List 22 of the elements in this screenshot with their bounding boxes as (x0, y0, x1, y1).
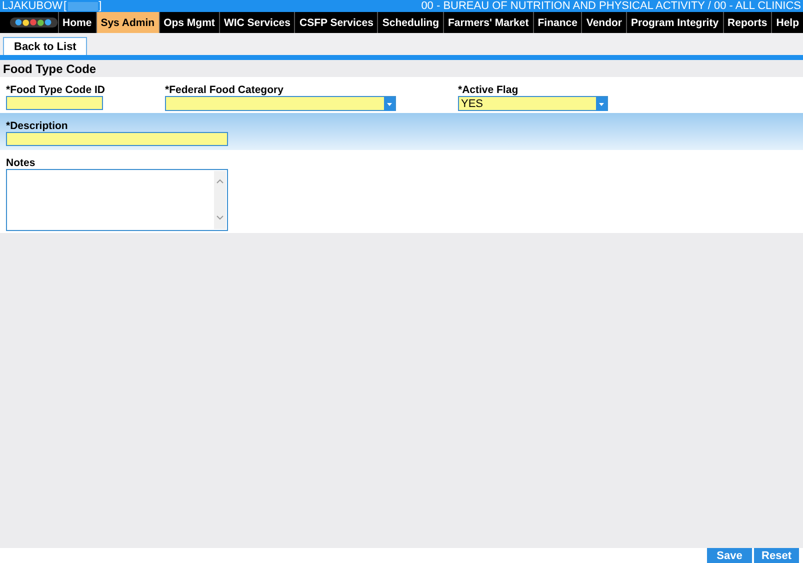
field-label: *Federal Food Category (165, 84, 284, 96)
input-field[interactable] (6, 132, 228, 146)
dropdown-field[interactable] (165, 96, 396, 111)
notes-field[interactable] (6, 169, 228, 231)
bracket: ] (98, 0, 102, 12)
user-name: LJAKUBOW (2, 0, 63, 12)
scrollbar-drawing (214, 171, 226, 229)
nav-tab[interactable]: Sys Admin (96, 12, 159, 33)
form-button[interactable]: Save (707, 548, 752, 563)
caret-icon (384, 96, 395, 110)
bracket: [ (64, 0, 67, 12)
dropdown-field[interactable]: YES (458, 96, 608, 111)
agency-clinic-label: 00 - BUREAU OF NUTRITION AND PHYSICAL ACTIVITY / 00 - ALL CLINICS (421, 0, 801, 12)
back-to-list-tab[interactable]: Back to List (3, 37, 88, 55)
section-title: Food Type Code (3, 62, 96, 76)
form-button[interactable]: Reset (754, 548, 799, 563)
field-label: *Active Flag (458, 84, 520, 96)
field-label: Notes (6, 157, 36, 169)
input-field[interactable] (6, 96, 103, 110)
field-label: *Food Type Code ID (6, 84, 106, 96)
caret-icon (596, 96, 607, 110)
field-label: *Description (6, 120, 69, 132)
